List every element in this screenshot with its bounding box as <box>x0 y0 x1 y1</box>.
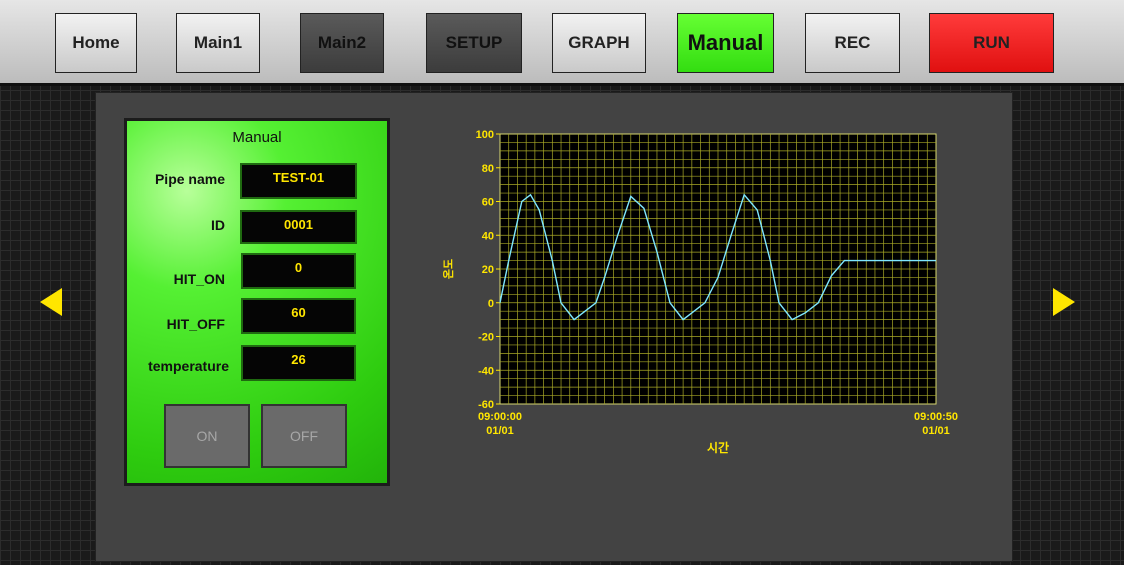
y-tick-label: -60 <box>478 399 494 411</box>
off-button[interactable]: OFF <box>261 404 347 468</box>
setup-button[interactable]: SETUP <box>426 13 522 73</box>
y-tick-label: 100 <box>476 129 494 141</box>
temperature-chart: 100 80 60 40 20 0 -20 -40 -6009:00:00 01/01 09:00:… <box>442 129 958 455</box>
graph-button[interactable]: GRAPH <box>552 13 646 73</box>
top-toolbar: Home Main1 Main2 SETUP GRAPH Manual REC … <box>0 0 1124 86</box>
temperature-label: temperature <box>148 358 229 374</box>
hit-off-label: HIT_OFF <box>166 316 225 332</box>
pipe-name-field[interactable]: TEST-01 <box>240 163 357 199</box>
temperature-field[interactable]: 26 <box>241 345 356 381</box>
hit-on-field[interactable]: 0 <box>241 253 356 289</box>
y-tick-label: 60 <box>482 197 494 209</box>
manual-button[interactable]: Manual <box>677 13 774 73</box>
run-button[interactable]: RUN <box>929 13 1054 73</box>
pipe-name-label: Pipe name <box>154 171 225 187</box>
id-label: ID <box>211 217 225 233</box>
y-tick-label: -20 <box>478 332 494 344</box>
hit-off-field[interactable]: 60 <box>241 298 356 334</box>
main1-button[interactable]: Main1 <box>176 13 260 73</box>
y-tick-label: 40 <box>482 230 494 242</box>
x-axis-label: 시간 <box>707 440 729 455</box>
x-tick-label-end-time: 09:00:50 <box>914 411 958 423</box>
x-tick-label-start-time: 09:00:00 <box>478 411 522 423</box>
x-tick-label-start-date: 01/01 <box>486 425 514 437</box>
x-tick-label-end-date: 01/01 <box>922 425 950 437</box>
home-button[interactable]: Home <box>55 13 137 73</box>
right-triangle-icon[interactable] <box>1053 288 1075 316</box>
y-tick-label: -40 <box>478 365 494 377</box>
hit-on-label: HIT_ON <box>173 271 225 287</box>
main2-button[interactable]: Main2 <box>300 13 384 73</box>
y-tick-label: 80 <box>482 163 494 175</box>
y-tick-label: 0 <box>488 298 494 310</box>
rec-button[interactable]: REC <box>805 13 900 73</box>
panel-title: Manual <box>232 129 282 146</box>
y-axis-label: 온도 <box>442 259 455 279</box>
left-triangle-icon[interactable] <box>40 288 62 316</box>
y-tick-label: 20 <box>482 264 494 276</box>
manual-panel: Manual Pipe name TEST-01 ID 0001 HIT_ON … <box>124 118 390 486</box>
on-button[interactable]: ON <box>164 404 250 468</box>
id-field[interactable]: 0001 <box>240 210 357 244</box>
